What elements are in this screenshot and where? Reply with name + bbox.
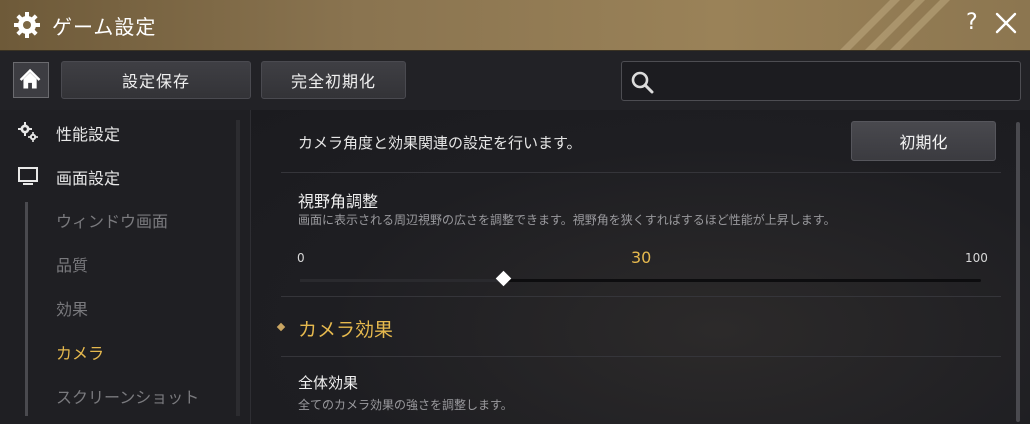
- settings-panel: カメラ角度と効果関連の設定を行います。 初期化 視野角調整 画面に表示される周辺…: [251, 110, 1030, 424]
- sidebar-item-window-screen[interactable]: ウィンドウ画面: [56, 208, 168, 232]
- sidebar-item-label: 性能設定: [56, 125, 121, 144]
- fov-title: 視野角調整: [298, 192, 379, 211]
- home-button[interactable]: [13, 62, 49, 98]
- window-title: ゲーム設定: [52, 15, 157, 39]
- monitor-icon: [18, 167, 38, 185]
- sidebar-item-quality[interactable]: 品質: [56, 252, 88, 276]
- sidebar-item-screenshot[interactable]: スクリーンショット: [56, 384, 199, 408]
- divider: [281, 296, 1001, 297]
- save-settings-button[interactable]: 設定保存: [61, 61, 251, 99]
- search-icon: [631, 71, 654, 94]
- panel-description: カメラ角度と効果関連の設定を行います。: [298, 134, 582, 152]
- sidebar-item-performance[interactable]: 性能設定: [0, 113, 250, 149]
- sidebar-item-display[interactable]: 画面設定: [0, 157, 250, 193]
- home-icon: [19, 68, 41, 89]
- search-input[interactable]: [664, 66, 1018, 98]
- slider-min-label: 0: [297, 251, 305, 265]
- sidebar: 性能設定 画面設定 ウィンドウ画面 品質 効果 カメラ スクリーンショット: [0, 110, 251, 424]
- section-title: カメラ効果: [298, 319, 394, 341]
- gear-icon: [14, 12, 40, 38]
- slider-value: 30: [631, 248, 652, 267]
- toolbar: 設定保存 完全初期化: [0, 51, 1030, 109]
- divider: [281, 356, 1001, 357]
- panel-scrollbar[interactable]: [1016, 122, 1020, 422]
- overall-effect-description: 全てのカメラ効果の強さを調整します。: [298, 398, 513, 412]
- full-reset-button[interactable]: 完全初期化: [261, 61, 406, 99]
- overall-effect-title: 全体効果: [298, 374, 359, 392]
- slider-max-label: 100: [965, 251, 988, 265]
- sidebar-item-effects[interactable]: 効果: [56, 296, 88, 320]
- title-bar: ゲーム設定 ?: [0, 0, 1030, 51]
- slider-fill: [300, 279, 504, 282]
- title-decoration: [840, 0, 950, 50]
- sidebar-item-label: 画面設定: [56, 169, 121, 188]
- search-box[interactable]: [621, 61, 1021, 101]
- sidebar-tree-line: [25, 202, 28, 416]
- diamond-icon: [276, 322, 286, 332]
- close-icon[interactable]: [993, 10, 1019, 36]
- slider-thumb[interactable]: [495, 270, 512, 287]
- reset-button[interactable]: 初期化: [851, 121, 996, 161]
- divider: [281, 172, 1001, 173]
- sidebar-scrollbar[interactable]: [236, 120, 240, 416]
- settings-window: ゲーム設定 ? 設定保存 完全初期化 性能設定 画面設定 ウィンドウ画面 品質 …: [0, 0, 1030, 424]
- fov-description: 画面に表示される周辺視野の広さを調整できます。視野角を狭くすればするほど性能が上…: [298, 213, 836, 227]
- gears-icon: [18, 122, 38, 142]
- help-button[interactable]: ?: [966, 10, 978, 35]
- fov-slider[interactable]: [300, 270, 981, 287]
- sidebar-item-camera[interactable]: カメラ: [56, 340, 104, 364]
